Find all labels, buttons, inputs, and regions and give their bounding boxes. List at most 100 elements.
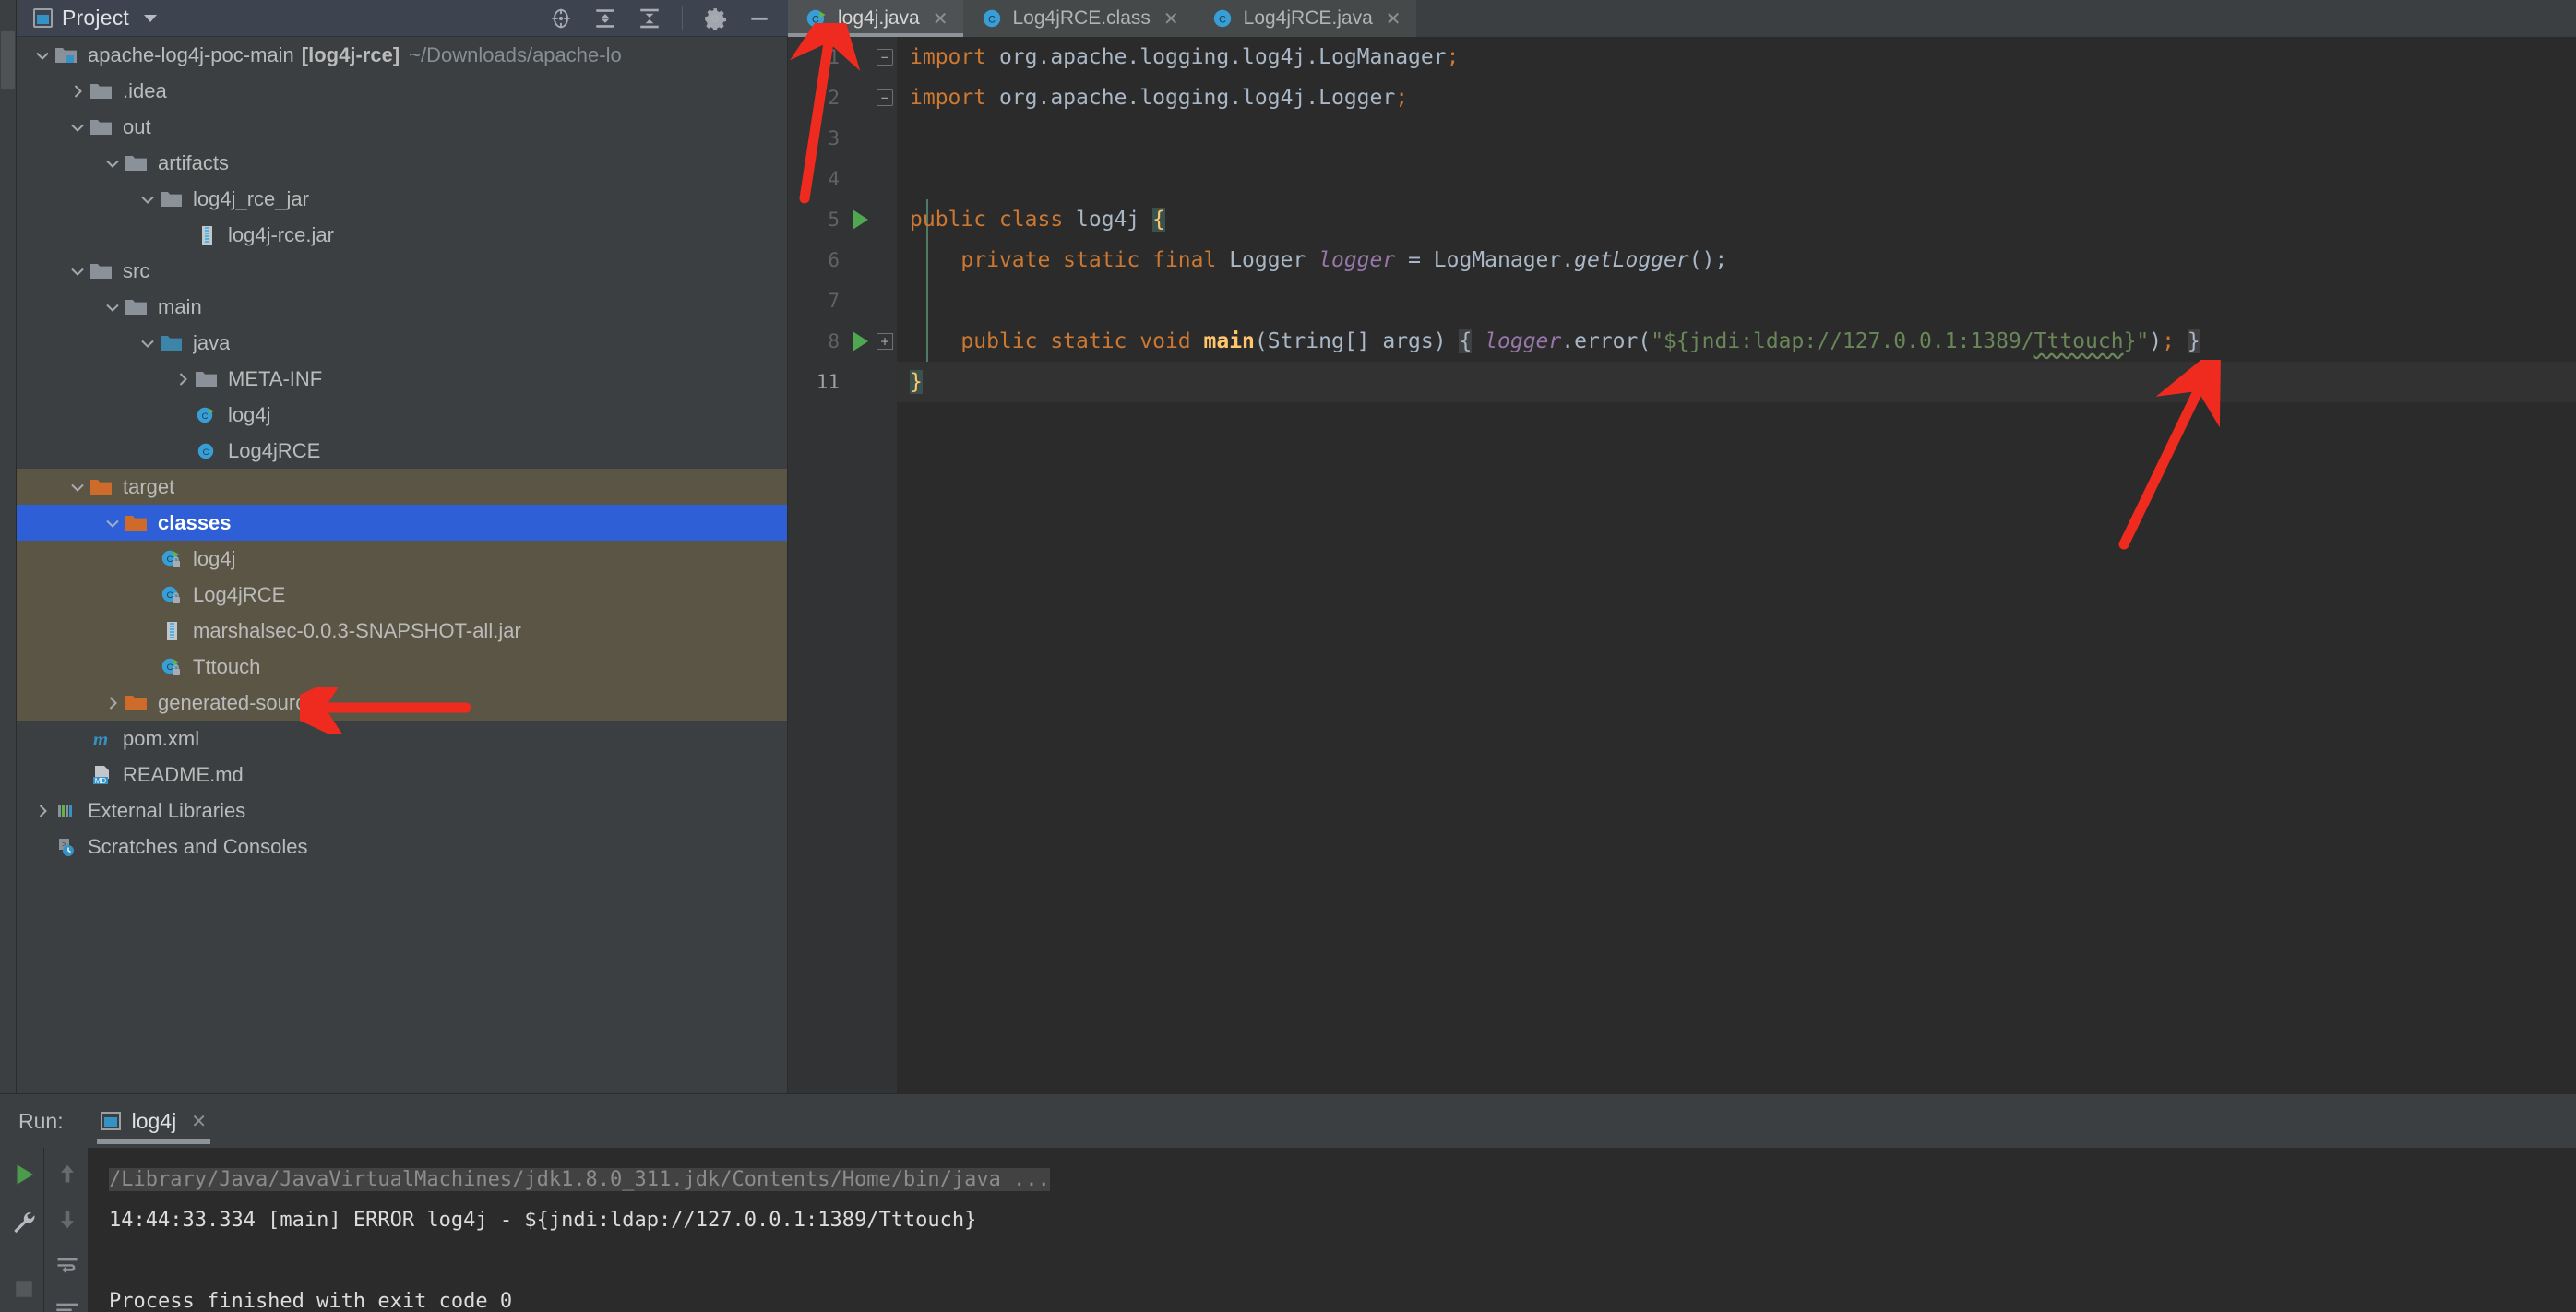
chevron-down-icon[interactable] <box>137 332 159 354</box>
run-gutter-icon[interactable] <box>853 331 868 352</box>
chevron-down-icon[interactable] <box>31 44 54 66</box>
tab-log4jrce-class[interactable]: C Log4jRCE.class ✕ <box>963 0 1194 37</box>
down-arrow-icon[interactable] <box>54 1207 78 1231</box>
code-line-3 <box>897 118 2576 159</box>
tree-item-readme-md[interactable]: MD README.md <box>17 757 787 793</box>
fold-collapse-icon[interactable]: − <box>877 49 893 66</box>
chevron-right-icon[interactable] <box>101 692 124 714</box>
folder-icon <box>89 260 114 282</box>
run-console-output[interactable]: /Library/Java/JavaVirtualMachines/jdk1.8… <box>89 1148 2576 1312</box>
tree-item-log4j[interactable]: Clog4j <box>17 397 787 433</box>
tree-item-meta-inf[interactable]: META-INF <box>17 361 787 397</box>
fold-expand-icon[interactable]: + <box>877 333 893 350</box>
close-icon[interactable]: ✕ <box>1163 7 1179 30</box>
scroll-to-end-icon[interactable] <box>54 1299 78 1312</box>
editor-gutter[interactable]: 1 2 3 4 5 6 7 8 11 − − + <box>788 37 897 1093</box>
chevron-down-icon[interactable] <box>101 152 124 174</box>
tree-item-label: External Libraries <box>88 799 245 823</box>
tab-log4jrce-java[interactable]: C Log4jRCE.java ✕ <box>1194 0 1416 37</box>
chevron-right-icon[interactable] <box>66 80 89 102</box>
collapse-all-icon[interactable] <box>638 6 662 30</box>
chevron-down-icon[interactable] <box>137 188 159 210</box>
locate-icon[interactable] <box>549 6 573 30</box>
code-editor[interactable]: 1 2 3 4 5 6 7 8 11 − − + import org.apac… <box>788 37 2576 1093</box>
chevron-right-icon[interactable] <box>172 368 194 390</box>
project-title-group[interactable]: Project <box>17 6 157 30</box>
tree-item-label: log4j_rce_jar <box>193 187 309 211</box>
svg-text:C: C <box>167 662 173 673</box>
tree-item-label: Log4jRCE <box>193 583 285 607</box>
tree-item-label: main <box>158 295 202 319</box>
tree-item-label: artifacts <box>158 151 229 175</box>
run-toolbar-right <box>44 1148 89 1312</box>
code-line-11: } <box>897 362 2576 402</box>
tree-item-module-name: [log4j-rce] <box>302 43 400 67</box>
tree-item-classes[interactable]: classes <box>17 505 787 541</box>
ide-window: Project C log <box>0 0 2576 1312</box>
rerun-icon[interactable] <box>10 1161 34 1185</box>
folder-icon <box>159 188 185 210</box>
tree-item-log4j-rce-jar[interactable]: log4j-rce.jar <box>17 217 787 253</box>
tree-item-idea[interactable]: .idea <box>17 73 787 109</box>
chevron-right-icon[interactable] <box>31 800 54 822</box>
stop-icon[interactable] <box>10 1275 34 1299</box>
svg-text:MD: MD <box>95 777 107 785</box>
close-icon[interactable]: ✕ <box>933 7 948 30</box>
chevron-down-icon[interactable] <box>101 512 124 534</box>
tree-item-label: README.md <box>123 763 244 787</box>
close-icon[interactable]: ✕ <box>1386 7 1401 30</box>
tree-item-target[interactable]: target <box>17 469 787 505</box>
project-tool-window-button[interactable] <box>1 31 15 89</box>
project-panel-title: Project <box>62 6 129 30</box>
console-line: Process finished with exit code 0 <box>109 1281 2576 1312</box>
chevron-down-icon[interactable] <box>144 15 157 22</box>
tree-item-src[interactable]: src <box>17 253 787 289</box>
maven-icon: m <box>89 728 114 750</box>
module-folder-icon <box>54 44 79 66</box>
tree-item-label: java <box>193 331 230 355</box>
tree-item-log4jrce[interactable]: CLog4jRCE <box>17 433 787 469</box>
code-area[interactable]: import org.apache.logging.log4j.LogManag… <box>897 37 2576 1093</box>
tree-item-external-libraries[interactable]: External Libraries <box>17 793 787 829</box>
svg-text:C: C <box>167 555 173 565</box>
editor-tab-bar: C log4j.java ✕ C Log4jRCE.class ✕ C Log4… <box>788 0 2576 37</box>
soft-wrap-icon[interactable] <box>54 1253 78 1277</box>
markdown-icon: MD <box>89 764 114 786</box>
tree-item-tttouch[interactable]: CTttouch <box>17 649 787 685</box>
minimize-icon[interactable] <box>747 6 771 30</box>
java-class-runnable-locked-icon: C <box>159 548 185 570</box>
gutter-line-runnable[interactable]: 5 <box>788 199 897 240</box>
tree-item-log4j[interactable]: Clog4j <box>17 541 787 577</box>
folder-icon <box>89 80 114 102</box>
chevron-down-icon[interactable] <box>101 296 124 318</box>
tab-log4j-java[interactable]: C log4j.java ✕ <box>788 0 963 37</box>
tree-item-label: Log4jRCE <box>228 439 320 463</box>
tree-item-out[interactable]: out <box>17 109 787 145</box>
chevron-down-icon[interactable] <box>66 116 89 138</box>
tree-item-apache-log4j-poc-main[interactable]: apache-log4j-poc-main [log4j-rce] ~/Down… <box>17 37 787 73</box>
tree-item-scratches-and-consoles[interactable]: >Scratches and Consoles <box>17 829 787 865</box>
run-tab-log4j[interactable]: log4j ✕ <box>88 1094 220 1148</box>
expand-all-icon[interactable] <box>593 6 617 30</box>
tree-item-log4j-rce-jar[interactable]: log4j_rce_jar <box>17 181 787 217</box>
up-arrow-icon[interactable] <box>54 1161 78 1185</box>
tree-item-log4jrce[interactable]: CLog4jRCE <box>17 577 787 613</box>
code-line-4 <box>897 159 2576 199</box>
wrench-icon[interactable] <box>10 1209 34 1233</box>
project-panel-toolbar <box>549 6 788 30</box>
svg-text:C: C <box>1219 15 1226 26</box>
tree-item-java[interactable]: java <box>17 325 787 361</box>
tree-item-label: classes <box>158 511 232 535</box>
tree-item-generated-sources[interactable]: generated-sources <box>17 685 787 721</box>
tree-item-artifacts[interactable]: artifacts <box>17 145 787 181</box>
tree-item-main[interactable]: main <box>17 289 787 325</box>
close-icon[interactable]: ✕ <box>191 1110 207 1133</box>
run-gutter-icon[interactable] <box>853 209 868 230</box>
chevron-down-icon[interactable] <box>66 260 89 282</box>
fold-collapse-icon[interactable]: − <box>877 89 893 106</box>
tree-item-marshalsec-0-0-3-snapshot-all-jar[interactable]: marshalsec-0.0.3-SNAPSHOT-all.jar <box>17 613 787 649</box>
chevron-down-icon[interactable] <box>66 476 89 498</box>
tree-item-pom-xml[interactable]: mpom.xml <box>17 721 787 757</box>
gear-icon[interactable] <box>703 6 727 30</box>
project-tree[interactable]: apache-log4j-poc-main [log4j-rce] ~/Down… <box>17 37 788 1093</box>
